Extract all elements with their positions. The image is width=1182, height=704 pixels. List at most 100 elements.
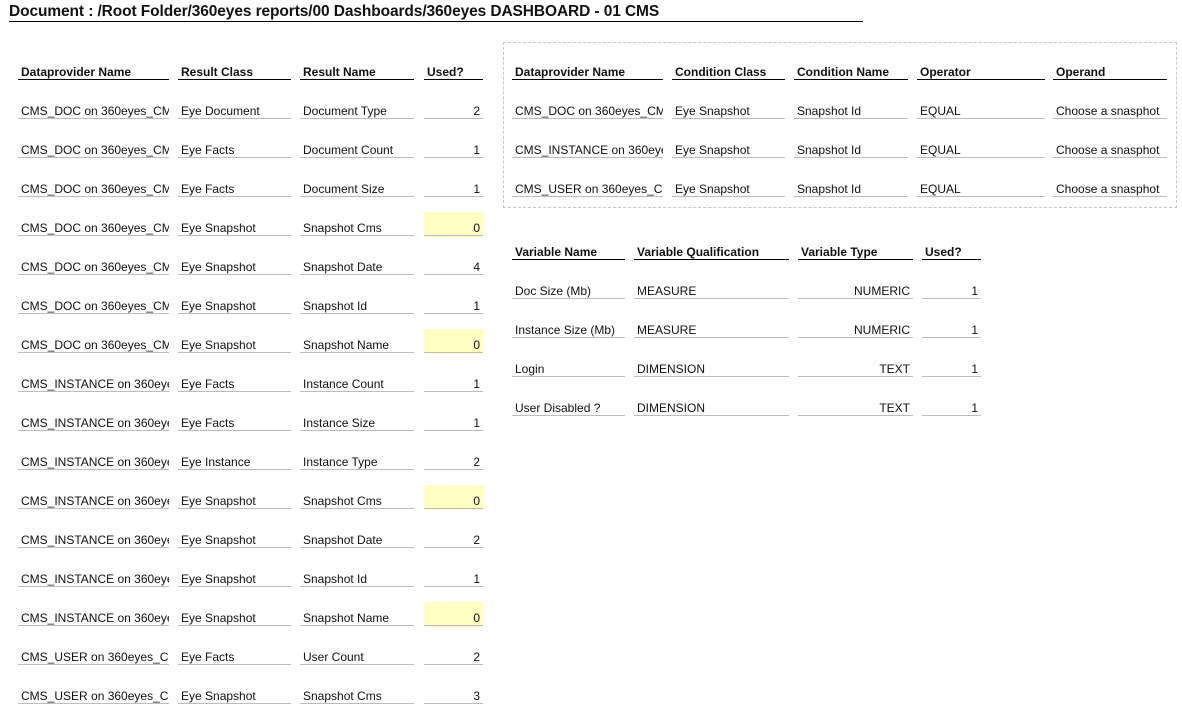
cell-used: 1 [424, 415, 483, 431]
cell-result-class: Eye Snapshot [178, 493, 291, 509]
cell-condition-name: Snapshot Id [794, 181, 908, 197]
cell-result-name: Snapshot Name [300, 610, 414, 626]
cell-result-name: Snapshot Cms [300, 493, 414, 509]
cell-result-class: Eye Facts [178, 649, 291, 665]
cell-result-name: Snapshot Id [300, 298, 414, 314]
cell-dataprovider: CMS_DOC on 360eyes_CM [18, 103, 169, 119]
cell-result-class: Eye Snapshot [178, 532, 291, 548]
cell-result-name: Snapshot Date [300, 259, 414, 275]
cell-operand: Choose a snasphot [1053, 103, 1167, 119]
cell-dataprovider: CMS_INSTANCE on 360eye [512, 142, 663, 158]
cell-dataprovider: CMS_INSTANCE on 360eye [18, 571, 169, 587]
cell-dataprovider: CMS_INSTANCE on 360eye [18, 454, 169, 470]
cell-used: 1 [424, 376, 483, 392]
column-header-variable-type: Variable Type [798, 245, 913, 260]
cell-dataprovider: CMS_INSTANCE on 360eye [18, 610, 169, 626]
cell-result-class: Eye Snapshot [178, 337, 291, 353]
cell-used: 1 [424, 298, 483, 314]
cell-operator: EQUAL [917, 142, 1045, 158]
cell-condition-class: Eye Snapshot [672, 103, 785, 119]
cell-used: 0 [424, 337, 483, 353]
cell-used: 2 [424, 649, 483, 665]
cell-used: 1 [922, 283, 981, 299]
cell-condition-name: Snapshot Id [794, 103, 908, 119]
cell-result-name: Snapshot Cms [300, 220, 414, 236]
cell-result-class: Eye Snapshot [178, 688, 291, 704]
cell-used: 1 [922, 400, 981, 416]
cell-dataprovider: CMS_DOC on 360eyes_CM [512, 103, 663, 119]
cell-condition-class: Eye Snapshot [672, 181, 785, 197]
cell-dataprovider: CMS_USER on 360eyes_C [18, 649, 169, 665]
column-header-operator: Operator [917, 65, 1045, 80]
cell-result-class: Eye Snapshot [178, 259, 291, 275]
cell-dataprovider: CMS_DOC on 360eyes_CM [18, 142, 169, 158]
cell-result-name: Document Count [300, 142, 414, 158]
cell-variable-name: Login [512, 361, 625, 377]
cell-used: 0 [424, 493, 483, 509]
cell-variable-type: NUMERIC [798, 322, 913, 338]
cell-used: 1 [922, 361, 981, 377]
cell-variable-qualification: DIMENSION [634, 361, 789, 377]
cell-dataprovider: CMS_INSTANCE on 360eye [18, 415, 169, 431]
cell-operator: EQUAL [917, 181, 1045, 197]
cell-result-name: Snapshot Date [300, 532, 414, 548]
cell-operator: EQUAL [917, 103, 1045, 119]
cell-result-name: Instance Size [300, 415, 414, 431]
cell-result-class: Eye Facts [178, 376, 291, 392]
cell-dataprovider: CMS_INSTANCE on 360eye [18, 376, 169, 392]
cell-result-name: Instance Count [300, 376, 414, 392]
cell-operand: Choose a snasphot [1053, 142, 1167, 158]
cell-used: 1 [424, 142, 483, 158]
cell-operand: Choose a snasphot [1053, 181, 1167, 197]
column-header-used: Used? [424, 65, 483, 80]
cell-used: 1 [922, 322, 981, 338]
column-header-variable-qualification: Variable Qualification [634, 245, 789, 260]
cell-result-class: Eye Snapshot [178, 220, 291, 236]
cell-used: 2 [424, 103, 483, 119]
cell-variable-type: TEXT [798, 361, 913, 377]
cell-variable-name: User Disabled ? [512, 400, 625, 416]
cell-result-class: Eye Facts [178, 142, 291, 158]
cell-variable-qualification: MEASURE [634, 322, 789, 338]
cell-result-class: Eye Snapshot [178, 610, 291, 626]
cell-used: 0 [424, 220, 483, 236]
column-header-used: Used? [922, 245, 981, 260]
cell-dataprovider: CMS_DOC on 360eyes_CM [18, 259, 169, 275]
cell-dataprovider: CMS_USER on 360eyes_C [18, 688, 169, 704]
cell-variable-name: Doc Size (Mb) [512, 283, 625, 299]
column-header-condition-class: Condition Class [672, 65, 785, 80]
cell-result-class: Eye Document [178, 103, 291, 119]
cell-variable-type: NUMERIC [798, 283, 913, 299]
cell-condition-name: Snapshot Id [794, 142, 908, 158]
cell-result-name: Snapshot Cms [300, 688, 414, 704]
cell-result-class: Eye Snapshot [178, 571, 291, 587]
cell-result-name: Document Type [300, 103, 414, 119]
column-header-result-class: Result Class [178, 65, 291, 80]
cell-dataprovider: CMS_DOC on 360eyes_CM [18, 298, 169, 314]
column-header-result-name: Result Name [300, 65, 414, 80]
cell-used: 1 [424, 571, 483, 587]
document-title: Document : /Root Folder/360eyes reports/… [9, 3, 863, 22]
cell-dataprovider: CMS_DOC on 360eyes_CM [18, 220, 169, 236]
column-header-operand: Operand [1053, 65, 1167, 80]
cell-result-class: Eye Snapshot [178, 298, 291, 314]
column-header-variable-name: Variable Name [512, 245, 625, 260]
cell-dataprovider: CMS_DOC on 360eyes_CM [18, 337, 169, 353]
cell-result-name: Snapshot Name [300, 337, 414, 353]
column-header-dataprovider: Dataprovider Name [18, 65, 169, 80]
column-header-condition-name: Condition Name [794, 65, 908, 80]
cell-result-class: Eye Facts [178, 181, 291, 197]
cell-used: 0 [424, 610, 483, 626]
cell-used: 2 [424, 454, 483, 470]
cell-dataprovider: CMS_USER on 360eyes_C [512, 181, 663, 197]
cell-result-class: Eye Facts [178, 415, 291, 431]
cell-variable-qualification: DIMENSION [634, 400, 789, 416]
cell-used: 2 [424, 532, 483, 548]
cell-variable-type: TEXT [798, 400, 913, 416]
cell-used: 1 [424, 181, 483, 197]
cell-result-name: Snapshot Id [300, 571, 414, 587]
cell-result-class: Eye Instance [178, 454, 291, 470]
cell-dataprovider: CMS_DOC on 360eyes_CM [18, 181, 169, 197]
cell-dataprovider: CMS_INSTANCE on 360eye [18, 532, 169, 548]
cell-result-name: Instance Type [300, 454, 414, 470]
